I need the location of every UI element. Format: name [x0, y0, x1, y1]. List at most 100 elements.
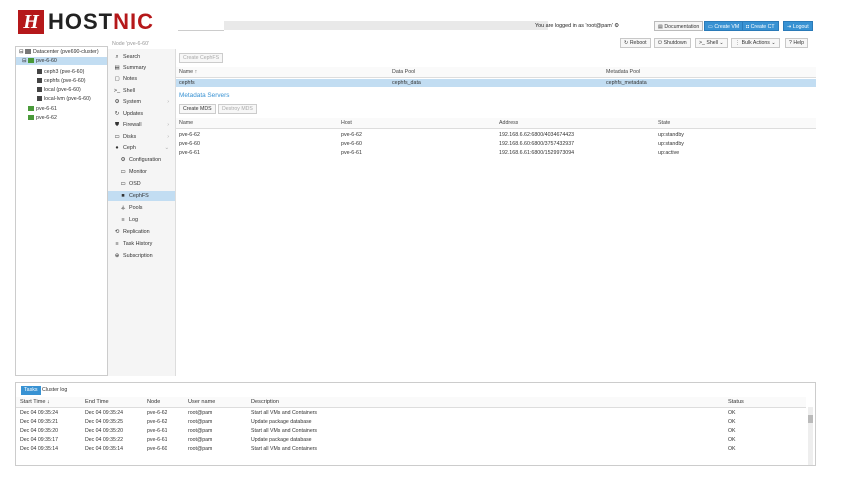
- create-cephfs-button[interactable]: Create CephFS: [179, 53, 224, 63]
- create-mds-button[interactable]: Create MDS: [179, 104, 216, 114]
- nav-notes[interactable]: ▢ Notes: [108, 74, 175, 84]
- cephfs-row[interactable]: cephfs cephfs_data cephfs_metadata: [176, 79, 816, 87]
- col-status[interactable]: Status: [728, 397, 744, 407]
- task-status: OK: [728, 410, 736, 416]
- task-user: root@pam: [188, 428, 213, 434]
- reload-icon: ↻: [624, 40, 629, 46]
- create-ct-button[interactable]: ◘ Create CT: [742, 21, 779, 31]
- col-metadata-pool[interactable]: Metadata Pool: [606, 67, 640, 77]
- col-mds-address[interactable]: Address: [499, 118, 518, 128]
- mds-name: pve-6-60: [179, 141, 200, 147]
- minus-icon: ⊟: [22, 58, 27, 64]
- shutdown-button[interactable]: ⏻ Shutdown: [654, 38, 691, 48]
- header-search-bar[interactable]: [178, 21, 548, 31]
- nav-disks[interactable]: ▭ Disks ›: [108, 132, 175, 142]
- col-mds-host[interactable]: Host: [341, 118, 352, 128]
- nav-monitor[interactable]: ▭ Monitor: [108, 167, 175, 177]
- hdd-icon: ▭: [120, 181, 126, 187]
- logout-button[interactable]: ⇥ Logout: [783, 21, 813, 31]
- col-start-time[interactable]: Start Time ↓: [20, 397, 50, 407]
- logged-in-label: You are logged in as 'root@pam': [535, 23, 613, 29]
- logout-label: Logout: [792, 24, 809, 30]
- col-data-pool[interactable]: Data Pool: [392, 67, 415, 77]
- col-user-name[interactable]: User name: [188, 397, 215, 407]
- tree-node-label: pve-6-61: [36, 106, 57, 112]
- nav-cephfs[interactable]: ■ CephFS: [108, 191, 175, 201]
- tree-node-pve-6-61[interactable]: pve-6-61: [16, 105, 107, 113]
- gear-icon[interactable]: ⚙: [614, 23, 619, 29]
- tree-datacenter[interactable]: ⊟ Datacenter (pve690-cluster): [16, 48, 107, 56]
- task-log-scrollbar[interactable]: [808, 407, 813, 465]
- nav-firewall[interactable]: ⛊ Firewall ›: [108, 120, 175, 130]
- shell-label: Shell: [706, 40, 718, 46]
- col-mds-state[interactable]: State: [658, 118, 670, 128]
- nav-task-history[interactable]: ≡ Task History: [108, 239, 175, 249]
- logo-wordmark: HOSTNIC: [48, 9, 154, 35]
- nav-system[interactable]: ⚙ System ›: [108, 97, 175, 107]
- folder-icon: ■: [121, 193, 125, 199]
- task-user: root@pam: [188, 410, 213, 416]
- destroy-mds-button[interactable]: Destroy MDS: [218, 104, 257, 114]
- nav-updates-label: Updates: [123, 111, 144, 117]
- help-button[interactable]: ? Help: [785, 38, 809, 48]
- mds-row[interactable]: pve-6-62 pve-6-62 192.168.6.62:6800/4034…: [176, 131, 816, 139]
- bulk-actions-button[interactable]: ⋮ Bulk Actions ⌄: [731, 38, 780, 48]
- tree-storage-label: ceph3 (pve-6-60): [44, 69, 85, 75]
- storage-icon: [37, 87, 42, 93]
- hostnic-logo: H HOSTNIC: [18, 9, 154, 35]
- tree-storage-cephfs[interactable]: cephfs (pve-6-60): [16, 77, 107, 85]
- minus-icon: ⊟: [19, 49, 24, 55]
- nav-osd-label: OSD: [129, 181, 141, 187]
- mds-host: pve-6-62: [341, 132, 362, 138]
- create-vm-button[interactable]: ▭ Create VM: [704, 21, 744, 31]
- task-row[interactable]: Dec 04 09:35:17 Dec 04 09:35:22 pve-6-61…: [16, 436, 806, 444]
- cell-name: cephfs: [179, 80, 195, 86]
- tree-node-pve-6-62[interactable]: pve-6-62: [16, 114, 107, 122]
- tree-storage-label: local-lvm (pve-6-60): [44, 96, 91, 102]
- nav-log[interactable]: ≡ Log: [108, 215, 175, 225]
- col-name[interactable]: Name ↑: [179, 67, 197, 77]
- col-description[interactable]: Description: [251, 397, 279, 407]
- nav-replication[interactable]: ⟲ Replication: [108, 227, 175, 237]
- col-mds-name[interactable]: Name: [179, 118, 193, 128]
- task-row[interactable]: Dec 04 09:35:20 Dec 04 09:35:20 pve-6-61…: [16, 427, 806, 435]
- task-row[interactable]: Dec 04 09:35:21 Dec 04 09:35:25 pve-6-62…: [16, 418, 806, 426]
- nav-summary[interactable]: ▤ Summary: [108, 63, 175, 73]
- tree-storage-local-lvm[interactable]: local-lvm (pve-6-60): [16, 95, 107, 103]
- col-end-time[interactable]: End Time: [85, 397, 109, 407]
- task-description: Start all VMs and Containers: [251, 446, 318, 452]
- task-row[interactable]: Dec 04 09:35:24 Dec 04 09:35:24 pve-6-62…: [16, 409, 806, 417]
- nav-subscription[interactable]: ⊕ Subscription: [108, 251, 175, 261]
- tree-storage-local[interactable]: local (pve-6-60): [16, 86, 107, 94]
- nav-ceph[interactable]: ● Ceph ⌄: [108, 143, 175, 153]
- nav-search[interactable]: ⌕ Search: [108, 52, 175, 62]
- nav-ceph-label: Ceph: [123, 145, 136, 151]
- scrollbar-thumb[interactable]: [808, 415, 813, 423]
- help-label: Help: [793, 40, 805, 46]
- nav-configuration[interactable]: ⚙ Configuration: [108, 155, 175, 165]
- resource-tree: ⊟ Datacenter (pve690-cluster) ⊟ pve-6-60…: [15, 46, 108, 376]
- task-status: OK: [728, 437, 736, 443]
- tree-node-pve-6-60[interactable]: ⊟ pve-6-60: [16, 57, 107, 65]
- nav-shell[interactable]: >_ Shell: [108, 86, 175, 96]
- task-user: root@pam: [188, 446, 213, 452]
- tree-storage-ceph3[interactable]: ceph3 (pve-6-60): [16, 68, 107, 76]
- task-row[interactable]: Dec 04 09:35:14 Dec 04 09:35:14 pve-6-60…: [16, 445, 806, 453]
- reboot-button[interactable]: ↻ Reboot: [620, 38, 651, 48]
- col-node[interactable]: Node: [147, 397, 160, 407]
- shell-button[interactable]: >_ Shell ⌄: [695, 38, 728, 48]
- tab-cluster-log[interactable]: Cluster log: [39, 386, 70, 395]
- nav-updates[interactable]: ↻ Updates: [108, 109, 175, 119]
- mds-row[interactable]: pve-6-61 pve-6-61 192.168.6.61:6800/1529…: [176, 149, 816, 157]
- nav-osd[interactable]: ▭ OSD: [108, 179, 175, 189]
- nav-pools[interactable]: ⚶ Pools: [108, 203, 175, 213]
- mds-row[interactable]: pve-6-60 pve-6-60 192.168.6.60:6800/3757…: [176, 140, 816, 148]
- mds-state: up:active: [658, 150, 680, 156]
- tree-node-label: pve-6-62: [36, 115, 57, 121]
- list-icon: ≡: [121, 217, 125, 223]
- tab-tasks[interactable]: Tasks: [21, 386, 41, 395]
- cube-icon: ◘: [746, 24, 750, 30]
- cell-metadata-pool: cephfs_metadata: [606, 80, 647, 86]
- mds-host: pve-6-61: [341, 150, 362, 156]
- documentation-button[interactable]: ▤ Documentation: [654, 21, 704, 31]
